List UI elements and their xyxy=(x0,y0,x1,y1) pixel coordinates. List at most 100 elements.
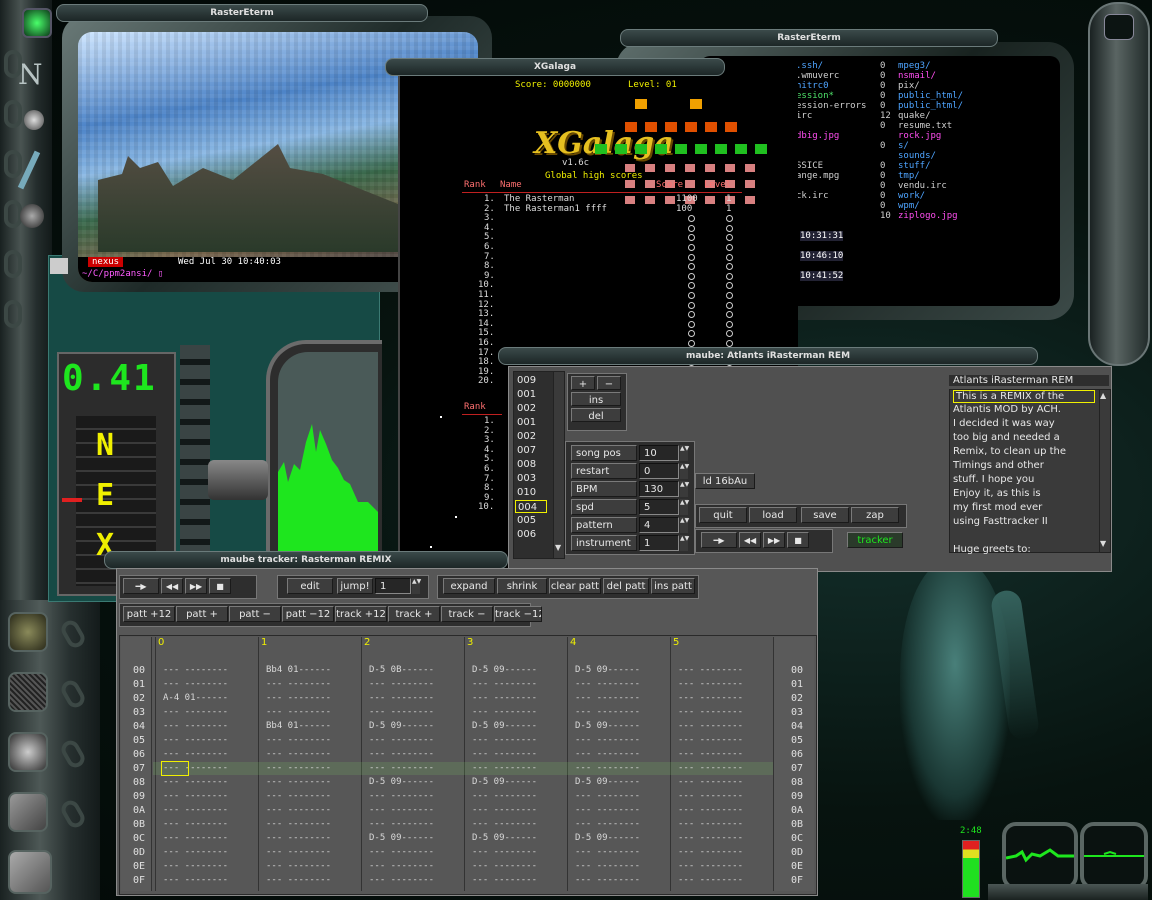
pattern-order-item[interactable]: 002 xyxy=(515,402,547,415)
load-button[interactable]: load xyxy=(749,507,797,523)
pattern-cell[interactable]: D-5 09------ xyxy=(575,777,640,787)
pattern-order-item[interactable]: 004 xyxy=(515,500,547,513)
pattern-cell[interactable]: D-5 09------ xyxy=(472,833,537,843)
pattern-cell[interactable]: --- -------- xyxy=(575,847,640,857)
tracker-nav-button[interactable]: track + xyxy=(388,606,440,622)
pattern-order-item[interactable]: 010 xyxy=(515,486,547,499)
pattern-cell[interactable]: D-5 09------ xyxy=(575,833,640,843)
pattern-cell[interactable]: --- -------- xyxy=(369,763,434,773)
stop-icon[interactable]: ■ xyxy=(209,578,231,594)
pattern-cell[interactable]: --- -------- xyxy=(369,861,434,871)
pattern-cell[interactable]: --- -------- xyxy=(678,721,743,731)
monitor-left[interactable] xyxy=(1002,822,1078,890)
pattern-cell[interactable]: --- -------- xyxy=(472,763,537,773)
pattern-order-item[interactable]: 008 xyxy=(515,458,547,471)
pattern-cell[interactable]: --- -------- xyxy=(472,679,537,689)
pattern-cell[interactable]: --- -------- xyxy=(266,875,331,885)
play-icon[interactable]: ━▶ xyxy=(701,532,737,548)
xgalaga-titlebar[interactable]: XGalaga xyxy=(385,58,725,76)
stop-icon[interactable]: ■ xyxy=(787,532,809,548)
pattern-cell[interactable]: --- -------- xyxy=(575,805,640,815)
pattern-cell[interactable]: D-5 09------ xyxy=(369,833,434,843)
pattern-cell[interactable]: --- -------- xyxy=(266,805,331,815)
pattern-cell[interactable]: --- -------- xyxy=(266,707,331,717)
shrink-button[interactable]: shrink xyxy=(497,578,547,594)
pattern-cell[interactable]: --- -------- xyxy=(266,679,331,689)
dock-button-1[interactable] xyxy=(8,612,48,652)
pattern-cell[interactable]: --- -------- xyxy=(266,819,331,829)
channel-header-4[interactable]: 4 xyxy=(570,637,576,648)
term1-prompt[interactable]: ~/C/ppm2ansi/ ▯ xyxy=(82,269,163,279)
info-scroll-up-icon[interactable]: ▲ xyxy=(1100,391,1106,400)
pattern-cell[interactable]: --- -------- xyxy=(575,749,640,759)
channel-header-5[interactable]: 5 xyxy=(673,637,679,648)
pattern-cell[interactable]: --- -------- xyxy=(266,777,331,787)
zap-button[interactable]: zap xyxy=(851,507,899,523)
pattern-cell[interactable]: D-5 0B------ xyxy=(369,665,434,675)
rewind-icon[interactable]: ◀◀ xyxy=(739,532,761,548)
param-value-instrument[interactable]: 1 xyxy=(639,535,679,551)
pattern-order-scrollbar[interactable] xyxy=(553,371,565,559)
pattern-cell[interactable]: --- -------- xyxy=(266,763,331,773)
del-patt-button[interactable]: del patt xyxy=(603,578,649,594)
pattern-cell[interactable]: --- -------- xyxy=(266,847,331,857)
pattern-cell[interactable]: --- -------- xyxy=(678,679,743,689)
pattern-cell[interactable]: --- -------- xyxy=(678,791,743,801)
pattern-cell[interactable]: D-5 09------ xyxy=(369,721,434,731)
pattern-order-item[interactable]: 003 xyxy=(515,472,547,485)
pattern-cell[interactable]: --- -------- xyxy=(472,875,537,885)
pattern-del-button[interactable]: del xyxy=(571,408,621,422)
expand-button[interactable]: expand xyxy=(443,578,495,594)
pattern-cell[interactable]: --- -------- xyxy=(575,763,640,773)
pattern-cell[interactable]: --- -------- xyxy=(678,693,743,703)
info-scrollbar[interactable] xyxy=(1099,389,1111,553)
pattern-cell[interactable]: --- -------- xyxy=(163,749,228,759)
dock-button-4[interactable] xyxy=(8,792,48,832)
param-spinner-icon[interactable]: ▲▼ xyxy=(680,463,689,479)
channel-header-0[interactable]: 0 xyxy=(158,637,164,648)
pattern-cell[interactable]: --- -------- xyxy=(369,735,434,745)
pattern-cell[interactable]: --- -------- xyxy=(678,833,743,843)
edit-button[interactable]: edit xyxy=(287,578,333,594)
pattern-cell[interactable]: --- -------- xyxy=(678,749,743,759)
ins-patt-button[interactable]: ins patt xyxy=(651,578,695,594)
pattern-cell[interactable]: --- -------- xyxy=(163,805,228,815)
pattern-cell[interactable]: --- -------- xyxy=(369,679,434,689)
pattern-cell[interactable]: --- -------- xyxy=(678,777,743,787)
pattern-cell[interactable]: --- -------- xyxy=(472,749,537,759)
param-spinner-icon[interactable]: ▲▼ xyxy=(680,535,689,551)
jump-spinner-icon[interactable]: ▲▼ xyxy=(412,578,421,594)
param-spinner-icon[interactable]: ▲▼ xyxy=(680,517,689,533)
pattern-cell[interactable]: D-5 09------ xyxy=(575,721,640,731)
pattern-cell[interactable]: --- -------- xyxy=(369,749,434,759)
pattern-cell[interactable]: --- -------- xyxy=(678,861,743,871)
pattern-cell[interactable]: --- -------- xyxy=(163,791,228,801)
pattern-cell[interactable]: --- -------- xyxy=(369,693,434,703)
pattern-cell[interactable]: --- -------- xyxy=(369,875,434,885)
pattern-cell[interactable]: --- -------- xyxy=(472,791,537,801)
pattern-cell[interactable]: Bb4 01------ xyxy=(266,721,331,731)
pattern-cell[interactable]: --- -------- xyxy=(575,707,640,717)
pattern-cell[interactable]: --- -------- xyxy=(163,819,228,829)
pattern-cell[interactable]: --- -------- xyxy=(266,749,331,759)
param-value-BPM[interactable]: 130 xyxy=(639,481,679,497)
term2-titlebar[interactable]: RasterEterm xyxy=(620,29,998,47)
pattern-ins-button[interactable]: ins xyxy=(571,392,621,406)
pattern-cell[interactable]: --- -------- xyxy=(163,833,228,843)
pattern-cell[interactable]: D-5 09------ xyxy=(472,721,537,731)
pattern-order-item[interactable]: 006 xyxy=(515,528,547,541)
scroll-down-icon[interactable]: ▼ xyxy=(555,543,561,552)
pattern-cell[interactable]: --- -------- xyxy=(678,819,743,829)
pattern-cell[interactable]: --- -------- xyxy=(678,847,743,857)
pattern-cell[interactable]: --- -------- xyxy=(575,861,640,871)
pattern-cell[interactable]: --- -------- xyxy=(678,763,743,773)
tracker-titlebar[interactable]: maube tracker: Rasterman REMIX xyxy=(104,551,508,569)
pattern-cell[interactable]: --- -------- xyxy=(369,847,434,857)
pattern-cell[interactable]: --- -------- xyxy=(163,735,228,745)
dock-speaker-icon[interactable] xyxy=(20,204,44,228)
pattern-cell[interactable]: --- -------- xyxy=(163,707,228,717)
fast-forward-icon[interactable]: ▶▶ xyxy=(763,532,785,548)
channel-header-1[interactable]: 1 xyxy=(261,637,267,648)
dock-button-3[interactable] xyxy=(8,732,48,772)
pattern-order-item[interactable]: 001 xyxy=(515,388,547,401)
